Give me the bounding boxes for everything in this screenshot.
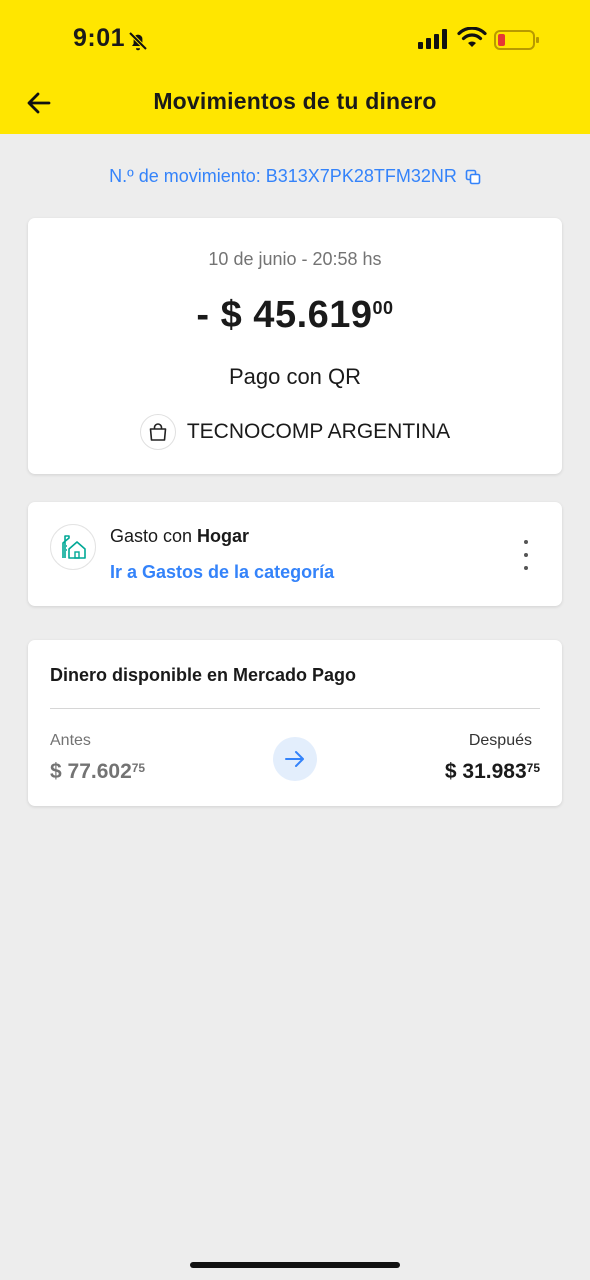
home-icon bbox=[62, 535, 86, 559]
signal-icon bbox=[418, 29, 447, 49]
category-card: Gasto con Hogar Ir a Gastos de la catego… bbox=[28, 502, 562, 606]
balance-card: Dinero disponible en Mercado Pago Antes … bbox=[28, 640, 562, 806]
amount-main: - $ 45.619 bbox=[196, 294, 373, 336]
more-vertical-icon-dot bbox=[524, 566, 528, 570]
copy-icon[interactable] bbox=[465, 169, 481, 185]
before-amount-cents: 75 bbox=[131, 761, 146, 775]
amount-cents: 00 bbox=[372, 298, 394, 318]
arrow-right-icon bbox=[285, 751, 304, 767]
movement-id-text: N.º de movimiento: B313X7PK28TFM32NR bbox=[109, 166, 457, 186]
transaction-date: 10 de junio - 20:58 hs bbox=[208, 249, 382, 269]
before-label: Antes bbox=[50, 732, 91, 749]
before-amount: $ 77.60275 bbox=[50, 760, 145, 784]
transaction-card: 10 de junio - 20:58 hs - $ 45.61900 Pago… bbox=[28, 218, 562, 474]
before-amount-main: $ 77.602 bbox=[50, 760, 132, 783]
top-header: 9:01 Movimientos de tu dinero bbox=[0, 0, 590, 134]
page-title: Movimientos de tu dinero bbox=[153, 88, 437, 114]
category-icon-wrapper bbox=[50, 524, 96, 570]
category-name: Hogar bbox=[197, 526, 250, 546]
battery-low-icon bbox=[494, 30, 539, 50]
after-amount-cents: 75 bbox=[526, 761, 540, 775]
after-amount-main: $ 31.983 bbox=[444, 760, 527, 783]
merchant-row: TECNOCOMP ARGENTINA bbox=[28, 414, 562, 450]
category-expenses-link[interactable]: Ir a Gastos de la categoría bbox=[110, 562, 334, 583]
home-indicator[interactable] bbox=[190, 1262, 400, 1268]
more-options-button[interactable] bbox=[516, 540, 536, 570]
divider bbox=[50, 708, 540, 709]
transaction-amount: - $ 45.61900 bbox=[28, 294, 562, 337]
category-prefix: Gasto con bbox=[110, 526, 198, 546]
wifi-icon bbox=[457, 27, 487, 47]
bell-off-icon bbox=[128, 31, 148, 51]
movement-id-copy[interactable]: N.º de movimiento: B313X7PK28TFM32NR bbox=[0, 166, 590, 187]
shopping-bag-icon bbox=[149, 423, 167, 441]
status-time: 9:01 bbox=[73, 24, 126, 52]
category-line: Gasto con Hogar bbox=[110, 526, 249, 547]
arrow-right-icon-wrapper bbox=[273, 737, 317, 781]
merchant-name: TECNOCOMP ARGENTINA bbox=[186, 420, 451, 443]
more-vertical-icon-dot bbox=[524, 540, 528, 544]
after-amount: $ 31.98375 bbox=[445, 760, 540, 784]
payment-type: Pago con QR bbox=[228, 364, 362, 389]
after-label: Después bbox=[468, 732, 532, 749]
balance-title: Dinero disponible en Mercado Pago bbox=[50, 665, 357, 685]
merchant-icon-wrapper bbox=[139, 414, 176, 450]
more-vertical-icon-dot bbox=[524, 553, 528, 557]
